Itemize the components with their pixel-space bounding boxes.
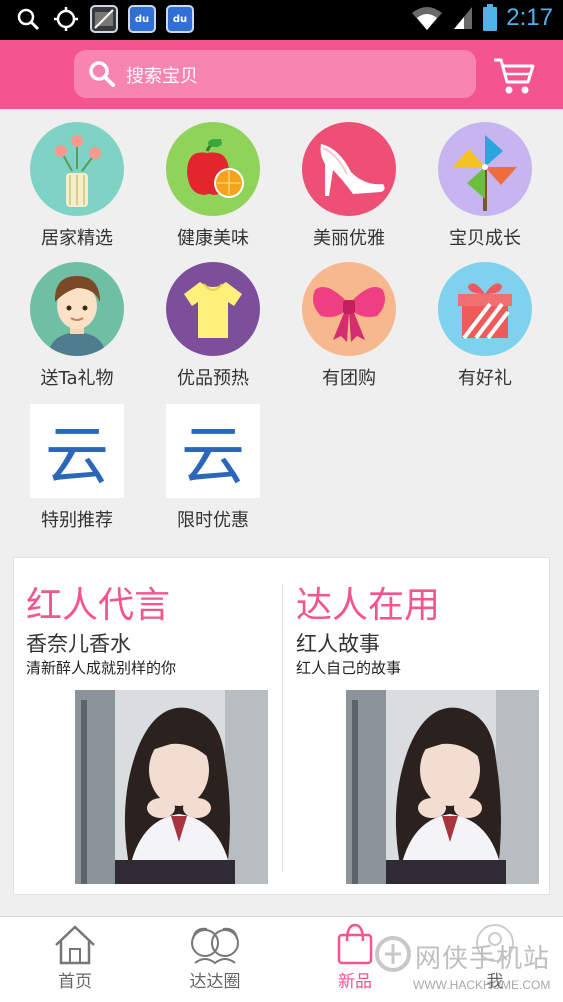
bow-icon bbox=[302, 262, 396, 356]
apple-orange-icon bbox=[166, 122, 260, 216]
no-image-icon bbox=[90, 5, 118, 33]
category-preview[interactable]: 优品预热 bbox=[148, 262, 278, 390]
search-bar[interactable]: 搜索宝贝 bbox=[74, 50, 476, 98]
signal-icon bbox=[454, 7, 473, 29]
promo-subtitle: 香奈儿香水 bbox=[26, 632, 131, 656]
category-label: 特别推荐 bbox=[41, 510, 113, 531]
nav-label: 达达圈 bbox=[189, 972, 241, 992]
category-label: 居家精选 bbox=[41, 228, 113, 249]
promo-spokesperson[interactable]: 红人代言 香奈儿香水 清新醉人成就别样的你 bbox=[14, 558, 282, 896]
man-avatar-icon bbox=[30, 262, 124, 356]
promo-card: 红人代言 香奈儿香水 清新醉人成就别样的你 达人在用 红人故事 红人自己的故事 bbox=[13, 557, 550, 895]
girls-circle-icon bbox=[191, 927, 239, 965]
promo-title: 达人在用 bbox=[296, 585, 441, 626]
gps-icon bbox=[52, 5, 80, 33]
category-flash-sale[interactable]: 云 限时优惠 bbox=[148, 404, 278, 532]
shopping-cart-icon[interactable] bbox=[492, 56, 536, 96]
category-gift-ta[interactable]: 送Ta礼物 bbox=[12, 262, 142, 390]
promo-title: 红人代言 bbox=[26, 585, 171, 626]
search-icon bbox=[88, 60, 116, 88]
yun-placeholder-icon: 云 bbox=[166, 404, 260, 498]
promo-subtitle: 红人故事 bbox=[296, 632, 380, 656]
tshirt-icon bbox=[166, 262, 260, 356]
search-input[interactable]: 搜索宝贝 bbox=[126, 62, 198, 88]
home-icon bbox=[55, 925, 95, 965]
category-label: 健康美味 bbox=[177, 228, 249, 249]
category-label: 有团购 bbox=[322, 368, 376, 389]
category-baby[interactable]: 宝贝成长 bbox=[420, 122, 550, 250]
baidu-app-icon: du bbox=[128, 5, 156, 33]
yun-placeholder-icon: 云 bbox=[30, 404, 124, 498]
promo-description: 清新醉人成就别样的你 bbox=[26, 659, 177, 677]
app-header: 搜索宝贝 bbox=[0, 40, 563, 109]
watermark-logo-icon bbox=[375, 936, 411, 972]
gift-box-icon bbox=[438, 262, 532, 356]
search-icon bbox=[14, 5, 42, 33]
wifi-icon bbox=[412, 7, 443, 30]
category-special[interactable]: 云 特别推荐 bbox=[12, 404, 142, 532]
status-bar: du du 2:17 bbox=[0, 0, 563, 40]
category-label: 宝贝成长 bbox=[449, 228, 521, 249]
category-label: 优品预热 bbox=[177, 368, 249, 389]
shopping-bag-icon bbox=[337, 923, 373, 965]
clock: 2:17 bbox=[506, 4, 553, 31]
category-beauty[interactable]: 美丽优雅 bbox=[284, 122, 414, 250]
category-group-buy[interactable]: 有团购 bbox=[284, 262, 414, 390]
nav-label: 首页 bbox=[58, 972, 92, 992]
battery-icon bbox=[483, 4, 498, 31]
nav-home[interactable]: 首页 bbox=[20, 917, 130, 1002]
category-home[interactable]: 居家精选 bbox=[12, 122, 142, 250]
watermark-text: 网侠手机站 bbox=[415, 944, 551, 974]
high-heel-icon bbox=[302, 122, 396, 216]
watermark: 网侠手机站 WWW.HACKHOME.COM bbox=[373, 926, 563, 1002]
pinwheel-icon bbox=[438, 122, 532, 216]
promo-description: 红人自己的故事 bbox=[296, 659, 402, 677]
category-label: 送Ta礼物 bbox=[40, 368, 114, 389]
promo-photo[interactable] bbox=[75, 690, 268, 884]
baidu-app-icon: du bbox=[166, 5, 194, 33]
category-label: 有好礼 bbox=[458, 368, 512, 389]
watermark-url: WWW.HACKHOME.COM bbox=[413, 978, 551, 992]
promo-photo[interactable] bbox=[346, 690, 539, 884]
category-food[interactable]: 健康美味 bbox=[148, 122, 278, 250]
category-good-gift[interactable]: 有好礼 bbox=[420, 262, 550, 390]
promo-expert[interactable]: 达人在用 红人故事 红人自己的故事 bbox=[284, 558, 551, 896]
nav-circle[interactable]: 达达圈 bbox=[160, 917, 270, 1002]
notification-icons: du du bbox=[14, 5, 194, 33]
vase-flowers-icon bbox=[30, 122, 124, 216]
category-label: 限时优惠 bbox=[177, 510, 249, 531]
promo-divider bbox=[282, 584, 283, 872]
category-label: 美丽优雅 bbox=[313, 228, 385, 249]
